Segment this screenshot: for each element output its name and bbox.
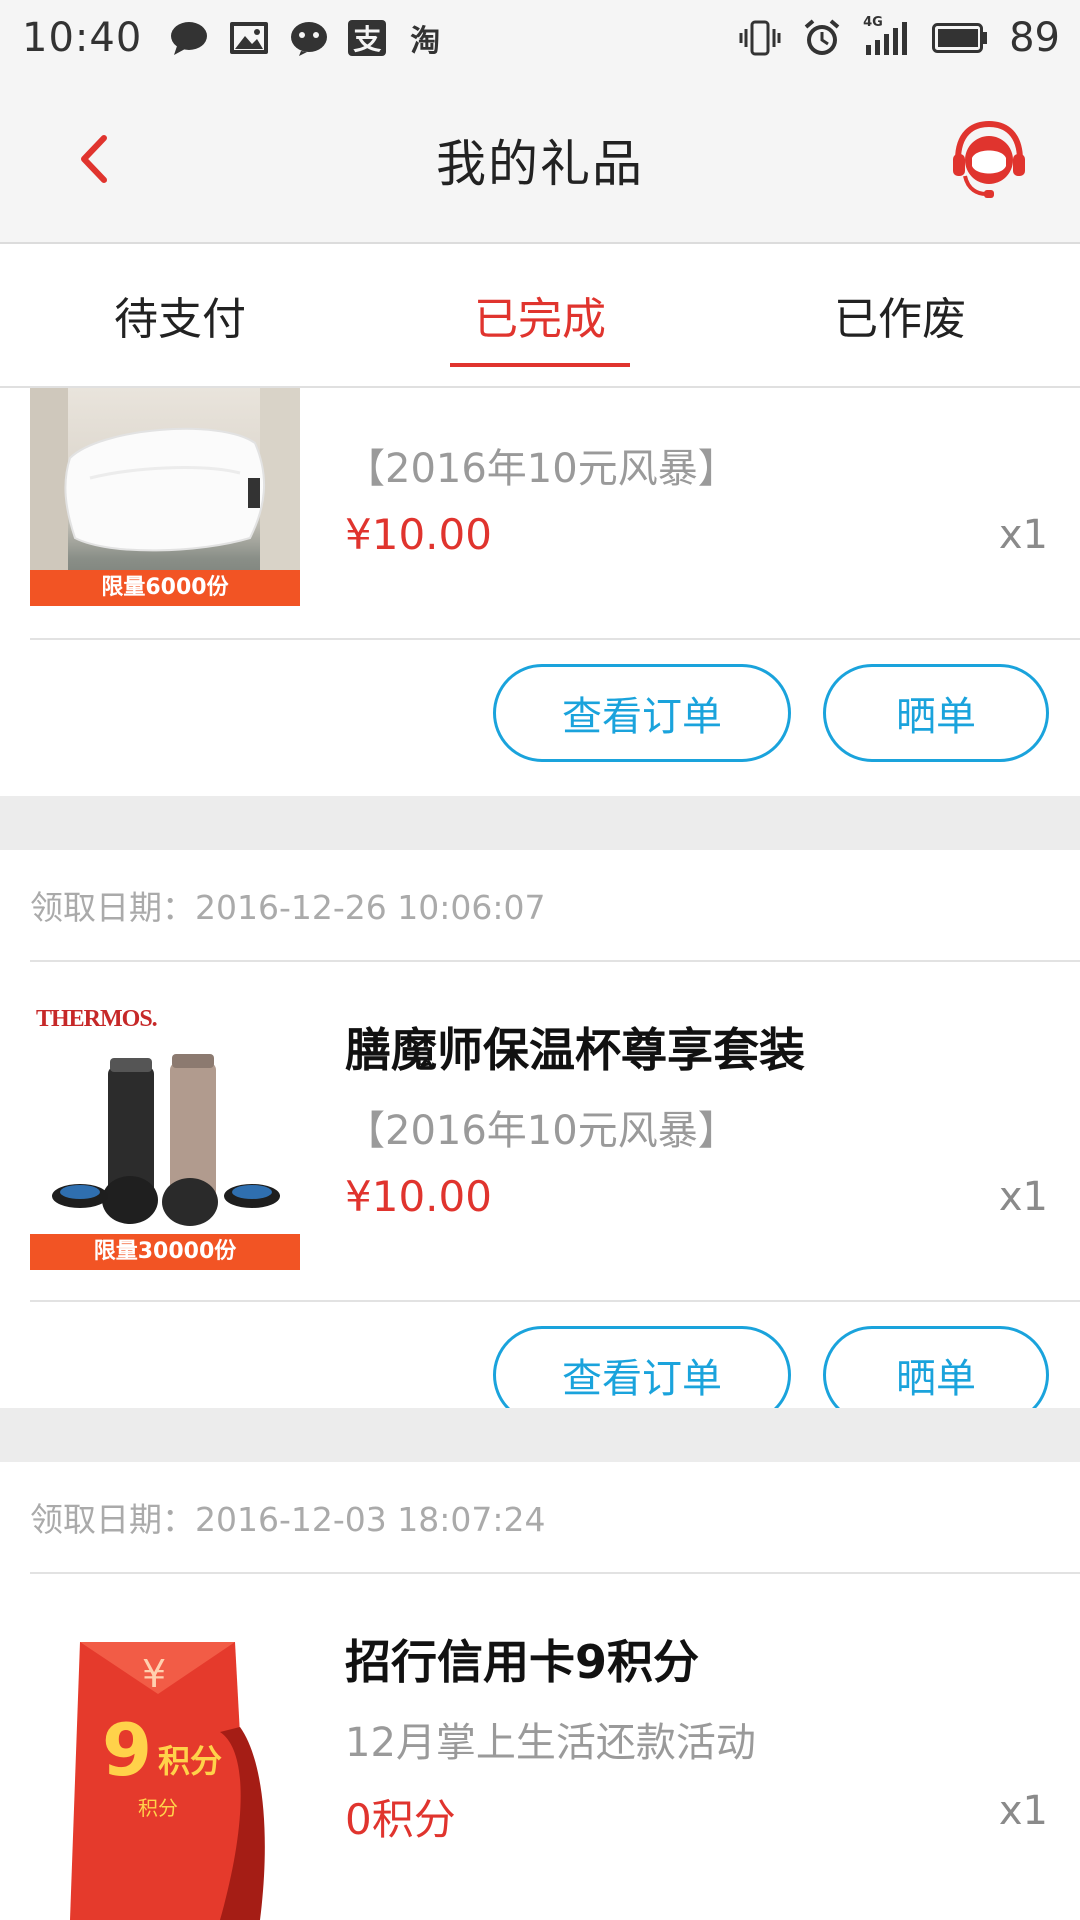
battery-icon	[931, 19, 989, 57]
share-order-button[interactable]: 晒单	[823, 664, 1049, 762]
image-icon	[228, 19, 270, 57]
product-quantity: x1	[998, 1788, 1048, 1834]
status-bar: 10:40 支 淘 4G 89	[0, 0, 1080, 76]
product-campaign: 12月掌上生活还款活动	[345, 1720, 756, 1766]
signal-icon: 4G	[863, 15, 911, 57]
claim-date: 领取日期：2016-12-03 18:07:24	[30, 1462, 1080, 1574]
product-price: ¥10.00	[345, 1172, 492, 1221]
network-type-label: 4G	[863, 15, 883, 30]
order-card: 领取日期：2016-12-26 10:06:07 THERMOS. 限量3000…	[0, 850, 1080, 1424]
product-price: ¥10.00	[345, 510, 492, 559]
card-divider	[30, 638, 1080, 640]
page-title: 我的礼品	[436, 135, 644, 193]
card-separator	[0, 1408, 1080, 1462]
alarm-icon	[801, 19, 843, 57]
envelope-points-number: 9	[102, 1708, 153, 1792]
product-image-red-envelope[interactable]: ¥ 9 积分 积分	[30, 1612, 300, 1920]
product-quantity: x1	[998, 1174, 1048, 1220]
tab-bar: 待支付 已完成 已作废	[0, 244, 1080, 388]
card-divider	[30, 1300, 1080, 1302]
envelope-points-unit: 积分	[158, 1742, 223, 1780]
order-list[interactable]: 限量6000份 【2016年10元风暴】 ¥10.00 x1 查看订单 晒单 领…	[0, 388, 1080, 1920]
thermos-illustration	[52, 1054, 280, 1226]
battery-level: 89	[1009, 15, 1060, 61]
taobao-glyph: 淘	[410, 24, 441, 59]
product-price: 0积分	[345, 1795, 456, 1844]
limited-badge: 限量6000份	[30, 570, 300, 606]
nav-bar: 我的礼品	[0, 76, 1080, 244]
vibrate-icon	[739, 19, 781, 57]
system-icons: 4G 89	[739, 15, 1060, 61]
limited-badge: 限量30000份	[30, 1234, 300, 1270]
active-tab-indicator	[450, 363, 630, 367]
product-image-thermos[interactable]: THERMOS. 限量30000份	[30, 1000, 300, 1270]
claim-date: 领取日期：2016-12-26 10:06:07	[30, 850, 1080, 962]
customer-service-button[interactable]	[950, 120, 1028, 200]
customer-service-icon	[953, 120, 1025, 198]
product-image-pillow[interactable]: 限量6000份	[30, 388, 300, 606]
envelope-currency-symbol: ¥	[142, 1652, 167, 1696]
product-name[interactable]: 膳魔师保温杯尊享套装	[345, 1014, 805, 1080]
view-order-button[interactable]: 查看订单	[493, 664, 791, 762]
chat-bubble-icon	[168, 19, 210, 57]
notification-icons: 支 淘	[168, 19, 446, 59]
tab-pending-payment[interactable]: 待支付	[0, 244, 360, 386]
taobao-icon: 淘	[404, 19, 446, 59]
order-card: 限量6000份 【2016年10元风暴】 ¥10.00 x1 查看订单 晒单	[0, 388, 1080, 796]
alipay-icon: 支	[348, 20, 387, 56]
alipay-glyph: 支	[353, 23, 382, 56]
product-campaign: 【2016年10元风暴】	[345, 446, 738, 492]
card-separator	[0, 796, 1080, 850]
envelope-footer-label: 积分	[138, 1796, 178, 1820]
wechat-icon	[288, 19, 330, 57]
tab-voided[interactable]: 已作废	[720, 244, 1080, 386]
order-card: 领取日期：2016-12-03 18:07:24 ¥ 9 积分 积分 招行信用卡…	[0, 1462, 1080, 1920]
product-name[interactable]: 招行信用卡9积分	[345, 1626, 699, 1692]
pillow-illustration	[30, 388, 300, 570]
product-campaign: 【2016年10元风暴】	[345, 1108, 738, 1154]
brand-logo: THERMOS.	[36, 1006, 158, 1032]
status-time: 10:40	[22, 15, 143, 61]
product-quantity: x1	[998, 512, 1048, 558]
